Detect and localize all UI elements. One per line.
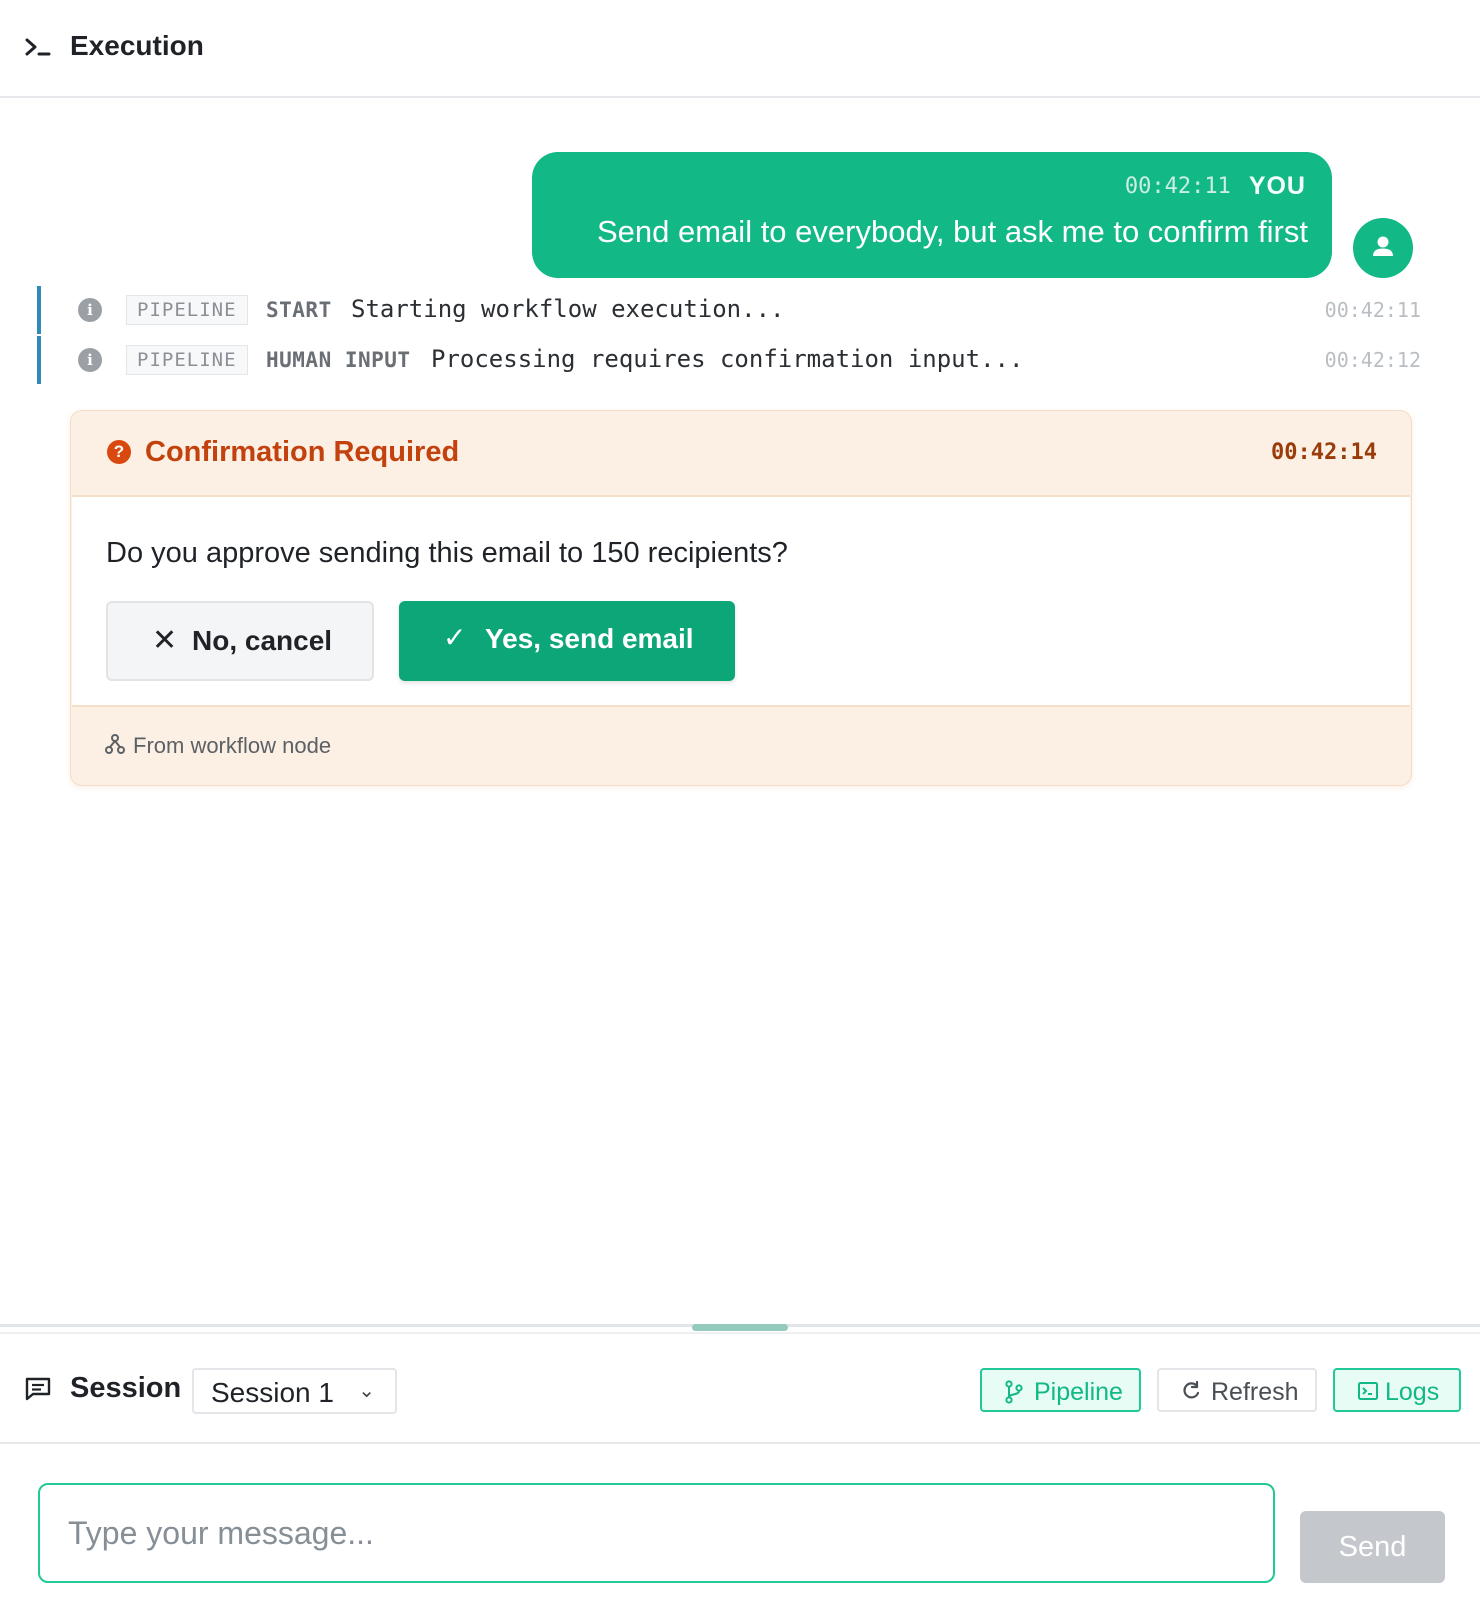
resize-handle[interactable] <box>692 1324 788 1331</box>
check-icon: ✓ <box>443 622 467 653</box>
log-badge: PIPELINE <box>126 345 248 375</box>
user-icon <box>1373 236 1393 256</box>
question-circle-icon: ? <box>107 440 131 464</box>
cancel-button-label: No, cancel <box>192 625 333 656</box>
session-toolbar: Session Session 1 ⌄ Pipeline Refresh Log… <box>0 1334 1480 1444</box>
info-icon <box>78 298 102 322</box>
terminal-icon <box>25 38 51 56</box>
confirmation-footer: From workflow node <box>71 707 1411 785</box>
close-icon: ✕ <box>152 624 178 657</box>
info-icon <box>78 348 102 372</box>
confirmation-title: Confirmation Required <box>145 436 460 468</box>
logs-button-label: Logs <box>1385 1378 1440 1406</box>
log-timestamp: 00:42:12 <box>1324 348 1421 372</box>
log-stage: START <box>266 298 332 322</box>
user-message-bubble: 00:42:11 YOU Send email to everybody, bu… <box>532 152 1332 278</box>
logs-button[interactable]: Logs <box>1333 1368 1461 1412</box>
terminal-window-icon <box>1358 1382 1378 1400</box>
confirmation-question: Do you approve sending this email to 150… <box>106 537 788 569</box>
session-select[interactable]: Session 1 ⌄ <box>192 1368 397 1414</box>
pipeline-button-label: Pipeline <box>1034 1378 1123 1406</box>
log-message: Starting workflow execution... <box>351 295 785 323</box>
message-text: Send email to everybody, but ask me to c… <box>596 214 1308 249</box>
chevron-down-icon: ⌄ <box>358 1380 375 1402</box>
log-badge: PIPELINE <box>126 295 248 325</box>
git-branch-icon <box>1005 1380 1023 1404</box>
confirm-send-button[interactable]: ✓ Yes, send email <box>399 601 735 681</box>
confirmation-header: ? Confirmation Required 00:42:14 <box>71 411 1411 495</box>
avatar <box>1353 218 1413 278</box>
log-row: PIPELINE HUMAN INPUT Processing requires… <box>37 336 1421 384</box>
log-message: Processing requires confirmation input..… <box>431 345 1024 373</box>
cancel-button[interactable]: ✕ No, cancel <box>106 601 374 681</box>
chat-icon <box>25 1377 51 1401</box>
session-label: Session <box>70 1372 182 1404</box>
pipeline-button[interactable]: Pipeline <box>980 1368 1141 1412</box>
workflow-node-source: From workflow node <box>133 733 332 758</box>
message-input[interactable] <box>38 1483 1275 1583</box>
confirmation-body: Do you approve sending this email to 150… <box>72 495 1410 707</box>
confirmation-card: ? Confirmation Required 00:42:14 Do you … <box>70 410 1412 786</box>
session-select-value: Session 1 <box>211 1377 334 1408</box>
refresh-button-label: Refresh <box>1211 1378 1299 1406</box>
message-timestamp: 00:42:11 <box>1124 174 1231 199</box>
confirm-button-label: Yes, send email <box>485 623 694 654</box>
refresh-button[interactable]: Refresh <box>1157 1368 1317 1412</box>
log-stage: HUMAN INPUT <box>266 348 411 372</box>
log-row: PIPELINE START Starting workflow executi… <box>37 286 1421 334</box>
workflow-icon <box>105 734 125 754</box>
message-author: YOU <box>1248 172 1306 200</box>
confirmation-timestamp: 00:42:14 <box>1271 440 1377 465</box>
send-button[interactable]: Send <box>1300 1511 1445 1583</box>
page-title: Execution <box>70 30 204 61</box>
refresh-icon <box>1183 1380 1200 1399</box>
execution-header: Execution <box>0 0 1480 98</box>
log-timestamp: 00:42:11 <box>1324 298 1421 322</box>
